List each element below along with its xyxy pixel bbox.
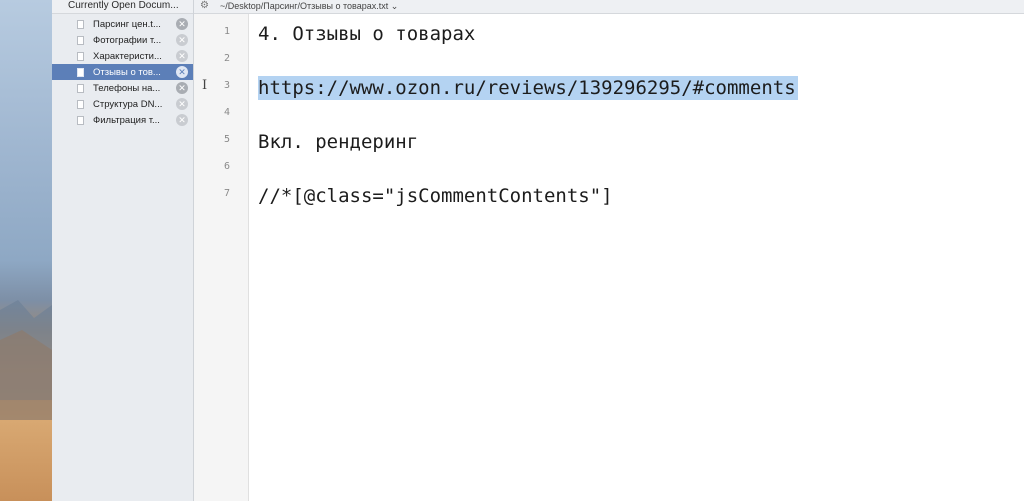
- line-number: 1: [223, 26, 230, 37]
- document-item[interactable]: Структура DN... ✕: [52, 96, 193, 112]
- file-icon: [77, 19, 84, 29]
- line-number: 6: [223, 161, 230, 172]
- file-path[interactable]: ~/Desktop/Парсинг/Отзывы о товарах.txt ⌄: [220, 0, 398, 12]
- line-number-gutter: 1 2 3 4 5 6 7 I: [194, 14, 249, 501]
- close-document-icon[interactable]: ✕: [176, 34, 188, 46]
- code-line[interactable]: 4. Отзывы о товарах: [258, 22, 475, 46]
- document-label: Характеристи...: [93, 50, 162, 62]
- open-documents-sidebar: Currently Open Docum... Парсинг цен.t...…: [52, 0, 194, 501]
- code-line[interactable]: //*[@class="jsCommentContents"]: [258, 184, 613, 208]
- file-icon: [77, 83, 84, 93]
- file-icon: [77, 115, 84, 125]
- document-label: Отзывы о тов...: [93, 66, 161, 78]
- close-document-icon[interactable]: ✕: [176, 66, 188, 78]
- close-document-icon[interactable]: ✕: [176, 114, 188, 126]
- document-label: Фильтрация т...: [93, 114, 160, 126]
- file-icon: [77, 35, 84, 45]
- gear-icon[interactable]: ⚙: [200, 0, 209, 12]
- document-item[interactable]: Фильтрация т... ✕: [52, 112, 193, 128]
- document-item[interactable]: Парсинг цен.t... ✕: [52, 16, 193, 32]
- sidebar-header: Currently Open Docum...: [52, 0, 193, 14]
- document-list: Парсинг цен.t... ✕ Фотографии т... ✕ Хар…: [52, 16, 193, 128]
- document-label: Парсинг цен.t...: [93, 18, 161, 30]
- document-item[interactable]: Фотографии т... ✕: [52, 32, 193, 48]
- document-label: Телефоны на...: [93, 82, 161, 94]
- file-icon: [77, 67, 84, 77]
- document-item-selected[interactable]: Отзывы о тов... ✕: [52, 64, 193, 80]
- desktop-wallpaper: [0, 0, 52, 501]
- code-line-selected[interactable]: https://www.ozon.ru/reviews/139296295/#c…: [258, 76, 798, 100]
- line-number: 3: [223, 80, 230, 91]
- line-number: 2: [223, 53, 230, 64]
- text-cursor-icon: I: [202, 78, 208, 93]
- document-label: Фотографии т...: [93, 34, 162, 46]
- line-number: 7: [223, 188, 230, 199]
- document-label: Структура DN...: [93, 98, 163, 110]
- file-icon: [77, 51, 84, 61]
- file-icon: [77, 99, 84, 109]
- close-document-icon[interactable]: ✕: [176, 82, 188, 94]
- line-number: 4: [223, 107, 230, 118]
- close-document-icon[interactable]: ✕: [176, 18, 188, 30]
- close-document-icon[interactable]: ✕: [176, 50, 188, 62]
- text-editor[interactable]: 4. Отзывы о товарах https://www.ozon.ru/…: [249, 14, 1024, 501]
- document-item[interactable]: Характеристи... ✕: [52, 48, 193, 64]
- close-document-icon[interactable]: ✕: [176, 98, 188, 110]
- document-item[interactable]: Телефоны на... ✕: [52, 80, 193, 96]
- file-path-bar: ⚙ ~/Desktop/Парсинг/Отзывы о товарах.txt…: [194, 0, 1024, 14]
- line-number: 5: [223, 134, 230, 145]
- code-line[interactable]: Вкл. рендеринг: [258, 130, 418, 154]
